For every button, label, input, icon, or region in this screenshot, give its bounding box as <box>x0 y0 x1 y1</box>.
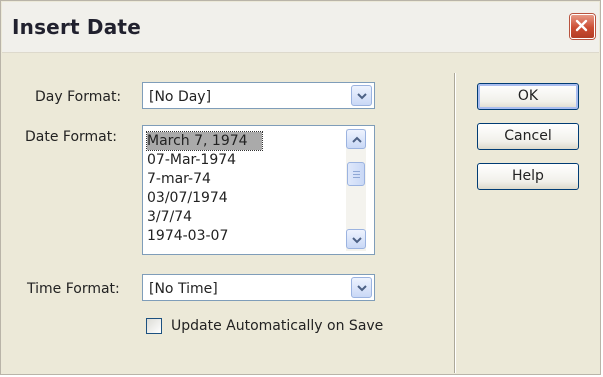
chevron-down-icon <box>352 237 362 244</box>
chevron-down-icon <box>357 285 367 292</box>
time-format-label: Time Format: <box>27 281 120 297</box>
scroll-up-button[interactable] <box>346 129 366 149</box>
day-format-dropdown-button[interactable] <box>351 85 372 106</box>
scroll-down-button[interactable] <box>346 229 366 249</box>
date-format-option[interactable]: 3/7/74 <box>147 208 192 226</box>
scroll-thumb[interactable] <box>347 162 365 186</box>
ok-button[interactable]: OK <box>477 83 579 110</box>
thumb-grip <box>353 171 360 172</box>
day-format-select[interactable]: [No Day] <box>142 82 375 109</box>
time-format-value: [No Time] <box>149 281 218 297</box>
help-button[interactable]: Help <box>477 163 579 190</box>
chevron-down-icon <box>357 93 367 100</box>
title-bar[interactable]: Insert Date <box>2 2 599 53</box>
time-format-select[interactable]: [No Time] <box>142 274 375 301</box>
thumb-grip <box>353 174 360 175</box>
date-format-list[interactable]: March 7, 1974 07-Mar-1974 7-mar-74 03/07… <box>142 125 375 255</box>
day-format-label: Day Format: <box>35 89 122 105</box>
cancel-button[interactable]: Cancel <box>477 123 579 150</box>
date-format-option[interactable]: 03/07/1974 <box>147 189 228 207</box>
date-format-label: Date Format: <box>25 129 117 145</box>
close-icon <box>575 19 588 32</box>
day-format-value: [No Day] <box>149 89 212 105</box>
time-format-dropdown-button[interactable] <box>351 277 372 298</box>
date-format-option[interactable]: 07-Mar-1974 <box>147 151 236 169</box>
insert-date-dialog: Insert Date Day Format: [No Day] Date Fo… <box>0 0 601 375</box>
update-automatically-label[interactable]: Update Automatically on Save <box>171 318 383 334</box>
date-format-scrollbar[interactable] <box>346 129 366 251</box>
chevron-up-icon <box>352 136 362 143</box>
date-format-option-selected[interactable]: March 7, 1974 <box>146 131 263 151</box>
date-format-option[interactable]: 7-mar-74 <box>147 170 211 188</box>
close-button[interactable] <box>570 14 595 39</box>
dialog-title: Insert Date <box>12 15 141 39</box>
vertical-divider <box>454 73 455 373</box>
thumb-grip <box>353 177 360 178</box>
update-automatically-checkbox[interactable] <box>146 318 162 334</box>
date-format-option[interactable]: 1974-03-07 <box>147 227 228 245</box>
